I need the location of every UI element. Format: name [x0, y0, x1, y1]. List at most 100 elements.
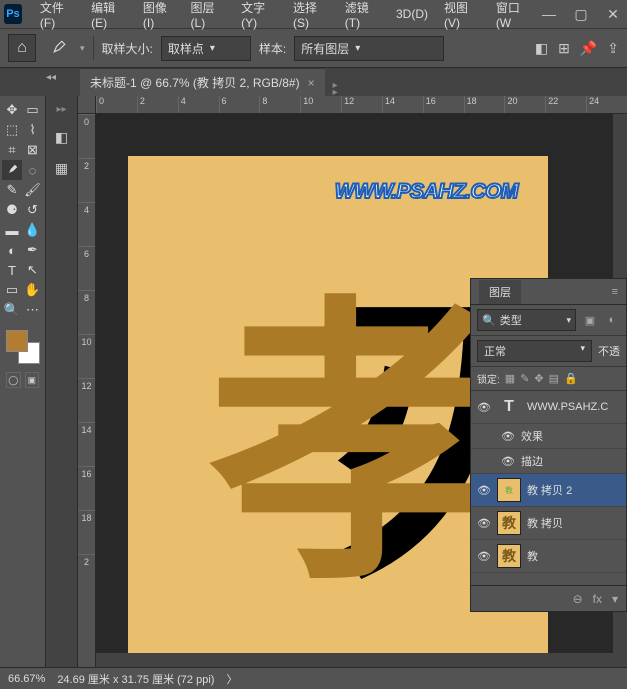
frame-tool[interactable]: ⊠: [23, 140, 43, 160]
grid-icon[interactable]: ⊞: [558, 40, 570, 57]
menu-type[interactable]: 文字(Y): [233, 0, 285, 34]
filter-pixel-icon[interactable]: ▣: [582, 312, 598, 328]
visibility-icon[interactable]: 👁: [501, 430, 515, 443]
dodge-tool[interactable]: ◐: [2, 240, 22, 260]
ruler-horizontal[interactable]: 024681012141618202224: [96, 96, 627, 114]
layer-thumb[interactable]: 教: [497, 544, 521, 568]
eyedropper-icon[interactable]: [44, 34, 72, 62]
lock-all-icon[interactable]: 🔒: [564, 372, 578, 385]
shape-tool[interactable]: ▭: [2, 280, 22, 300]
document-tab[interactable]: 未标题-1 @ 66.7% (教 拷贝 2, RGB/8#) ×: [80, 68, 325, 96]
share-icon[interactable]: ⇪: [607, 40, 619, 57]
layer-name[interactable]: 教 拷贝 2: [527, 482, 620, 498]
layer-name[interactable]: WWW.PSAHZ.C: [527, 401, 620, 413]
layer-menu-icon[interactable]: ▾: [612, 592, 618, 606]
layer-fx-stroke-row[interactable]: 👁 描边: [471, 449, 626, 474]
gradient-tool[interactable]: ▬: [2, 220, 22, 240]
marquee-tool[interactable]: ⬚: [2, 120, 22, 140]
hand-tool[interactable]: ✋: [23, 280, 43, 300]
menu-edit[interactable]: 编辑(E): [83, 0, 135, 34]
minimize-icon[interactable]: —: [539, 6, 559, 23]
layer-name[interactable]: 教: [527, 548, 620, 564]
zoom-level[interactable]: 66.67%: [8, 673, 45, 685]
sample-size-select[interactable]: 取样点: [161, 36, 251, 61]
menu-filter[interactable]: 滤镜(T): [337, 0, 388, 34]
visibility-icon[interactable]: 👁: [477, 517, 491, 530]
blend-mode-select[interactable]: 正常: [477, 340, 592, 362]
home-button[interactable]: ⌂: [8, 34, 36, 62]
menu-3d[interactable]: 3D(D): [388, 3, 436, 25]
layer-fx-icon[interactable]: fx: [593, 592, 602, 606]
screen-mode-icon[interactable]: ▣: [25, 372, 40, 388]
visibility-icon[interactable]: 👁: [477, 484, 491, 497]
ruler-vertical[interactable]: 0246810121416182: [78, 114, 96, 667]
type-tool[interactable]: T: [2, 260, 22, 280]
menu-file[interactable]: 文件(F): [32, 0, 83, 34]
healing-tool[interactable]: ✎: [2, 180, 22, 200]
ruler-origin[interactable]: [78, 96, 96, 114]
sample-ring-icon[interactable]: ◧: [535, 40, 548, 57]
pin-icon[interactable]: 📌: [580, 40, 597, 57]
layer-row[interactable]: 👁 教 教: [471, 540, 626, 573]
layer-row[interactable]: 👁 教 教 拷贝 2: [471, 474, 626, 507]
pen-tool[interactable]: ✒: [23, 240, 43, 260]
quick-mask-icon[interactable]: ◯: [6, 372, 21, 388]
sample-label: 样本:: [259, 40, 286, 57]
clone-tool[interactable]: ⚈: [2, 200, 22, 220]
quickselect-tool[interactable]: ◌: [23, 160, 43, 180]
status-bar: 66.67% 24.69 厘米 x 31.75 厘米 (72 ppi) 〉: [0, 667, 627, 689]
opacity-label: 不透: [598, 343, 620, 359]
layer-row[interactable]: 👁 教 教 拷贝: [471, 507, 626, 540]
foreground-swatch[interactable]: [6, 330, 28, 352]
filter-adjust-icon[interactable]: ◐: [604, 312, 620, 328]
layer-fx-row[interactable]: 👁 效果: [471, 424, 626, 449]
type-layer-icon: T: [497, 395, 521, 419]
layer-filter-select[interactable]: 🔍类型: [477, 309, 576, 331]
menu-view[interactable]: 视图(V): [436, 0, 488, 34]
lock-move-icon[interactable]: ✥: [534, 372, 543, 385]
menu-window[interactable]: 窗口(W: [488, 0, 539, 34]
color-swatches[interactable]: [2, 328, 43, 368]
tab-overflow[interactable]: ▸▸: [333, 82, 338, 96]
app-logo: Ps: [4, 4, 22, 24]
history-brush-tool[interactable]: ↺: [23, 200, 43, 220]
path-tool[interactable]: ↖: [23, 260, 43, 280]
layer-thumb[interactable]: 教: [497, 511, 521, 535]
layers-tab[interactable]: 图层: [479, 280, 521, 304]
sample-layers-select[interactable]: 所有图层: [294, 36, 444, 61]
visibility-icon[interactable]: 👁: [501, 455, 515, 468]
zoom-tool[interactable]: 🔍: [2, 300, 22, 320]
visibility-icon[interactable]: 👁: [477, 401, 491, 414]
menu-layer[interactable]: 图层(L): [183, 0, 234, 34]
lock-artboard-icon[interactable]: ▤: [549, 372, 559, 385]
swatches-panel-icon[interactable]: ▦: [55, 160, 68, 177]
brush-tool[interactable]: 🖌: [23, 180, 43, 200]
lock-position-icon[interactable]: ✎: [520, 372, 529, 385]
visibility-icon[interactable]: 👁: [477, 550, 491, 563]
layer-name[interactable]: 教 拷贝: [527, 515, 620, 531]
panel-collapse-icon[interactable]: ▸▸: [56, 104, 66, 115]
menu-image[interactable]: 图像(I): [135, 0, 183, 34]
toolbox-collapse-icon[interactable]: ◂◂: [46, 72, 56, 83]
artboard-tool[interactable]: ▭: [23, 100, 43, 120]
link-layers-icon[interactable]: ⊖: [573, 592, 583, 606]
menu-select[interactable]: 选择(S): [285, 0, 337, 34]
crop-tool[interactable]: ⌗: [2, 140, 22, 160]
maximize-icon[interactable]: ▢: [571, 6, 591, 23]
lock-pixels-icon[interactable]: ▦: [505, 372, 515, 385]
panel-menu-icon[interactable]: ≡: [612, 286, 618, 298]
blur-tool[interactable]: 💧: [23, 220, 43, 240]
layer-thumb[interactable]: 教: [497, 478, 521, 502]
layer-row-text[interactable]: 👁 T WWW.PSAHZ.C: [471, 391, 626, 424]
edit-toolbar[interactable]: ⋯: [23, 300, 43, 320]
doc-dimensions[interactable]: 24.69 厘米 x 31.75 厘米 (72 ppi): [57, 671, 214, 687]
status-arrow-icon[interactable]: 〉: [226, 671, 237, 687]
chevron-down-icon[interactable]: ▾: [80, 43, 85, 54]
tab-close-icon[interactable]: ×: [308, 76, 315, 90]
color-panel-icon[interactable]: ◧: [55, 129, 68, 146]
move-tool[interactable]: ✥: [2, 100, 22, 120]
close-icon[interactable]: ✕: [603, 6, 623, 23]
lasso-tool[interactable]: ⌇: [23, 120, 43, 140]
eyedropper-tool[interactable]: [2, 160, 22, 180]
scrollbar-horizontal[interactable]: [96, 653, 613, 667]
